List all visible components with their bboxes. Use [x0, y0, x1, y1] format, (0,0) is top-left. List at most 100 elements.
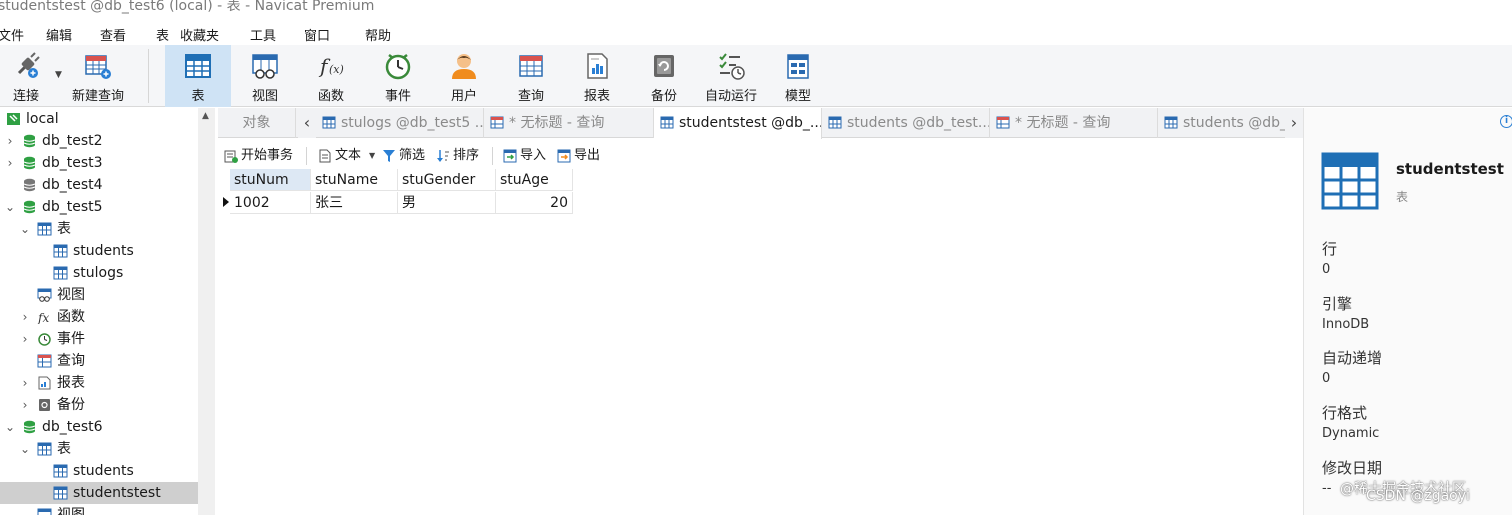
tree-node-backups[interactable]: › 备份 — [0, 394, 198, 416]
table-cell[interactable]: 男 — [398, 192, 496, 214]
backup-tool-button[interactable]: 备份 — [631, 45, 697, 107]
tree-scrollbar[interactable]: ▲ — [198, 108, 215, 515]
report-tool-button[interactable]: 报表 — [564, 45, 630, 107]
tree-label: db_test6 — [42, 419, 103, 435]
chevron-right-icon[interactable]: › — [19, 394, 31, 416]
scroll-up-icon[interactable]: ▲ — [202, 111, 209, 121]
tab-studentstest[interactable]: studentstest @db_... — [654, 108, 822, 139]
prop-value-modified-date: -- — [1322, 481, 1332, 496]
connect-dropdown-icon[interactable]: ▼ — [55, 70, 62, 80]
tree-node-db_test2[interactable]: › db_test2 — [0, 130, 198, 152]
tab-untitled-query[interactable]: * 无标题 - 查询 — [990, 108, 1158, 138]
begin-transaction-label: 开始事务 — [241, 148, 294, 163]
menu-edit[interactable]: 编辑 — [46, 25, 72, 44]
new-query-label: 新建查询 — [71, 89, 124, 104]
tree-node-db_test3[interactable]: › db_test3 — [0, 152, 198, 174]
view-tool-button[interactable]: 视图 — [232, 45, 298, 107]
column-header-stuNum[interactable]: stuNum — [230, 169, 311, 191]
svg-text:fx: fx — [37, 311, 49, 324]
column-header-stuName[interactable]: stuName — [311, 169, 398, 191]
tree-node-tables[interactable]: ⌄ 表 — [0, 218, 198, 240]
menu-view[interactable]: 查看 — [100, 25, 126, 44]
tree-node-views[interactable]: 视图 — [0, 504, 198, 515]
menu-tools[interactable]: 工具 — [250, 25, 276, 44]
tab-label: students @db_test... — [847, 115, 990, 131]
tree-node-studentstest[interactable]: studentstest — [0, 482, 198, 504]
table-cell[interactable]: 20 — [496, 192, 573, 214]
filter-label: 筛选 — [399, 148, 426, 163]
tab-scroll-left-icon[interactable]: ‹ — [298, 108, 316, 138]
table-icon — [185, 54, 211, 78]
table-tool-button[interactable]: 表 — [165, 45, 231, 107]
tree-node-tables[interactable]: ⌄ 表 — [0, 438, 198, 460]
chevron-down-icon[interactable]: ⌄ — [4, 196, 16, 218]
tree-node-db_test5[interactable]: ⌄ db_test5 — [0, 196, 198, 218]
tree-node-students[interactable]: students — [0, 460, 198, 482]
import-icon — [503, 149, 517, 163]
tab-stulogs[interactable]: stulogs @db_test5 ... — [316, 108, 484, 138]
backup-icon — [654, 55, 674, 77]
automation-tool-button[interactable]: 自动运行 — [697, 45, 765, 107]
tree-node-stulogs[interactable]: stulogs — [0, 262, 198, 284]
chevron-right-icon[interactable]: › — [4, 152, 16, 174]
query-icon — [37, 354, 52, 368]
data-toolbar: 开始事务 文本 ▼ 筛选 排序 导入 导出 — [218, 142, 1303, 168]
text-dropdown-icon[interactable]: ▼ — [369, 151, 375, 160]
column-header-stuGender[interactable]: stuGender — [398, 169, 496, 191]
tree-node-events[interactable]: › 事件 — [0, 328, 198, 350]
tree-node-students[interactable]: students — [0, 240, 198, 262]
tab-label: 对象 — [242, 115, 271, 131]
model-tool-button[interactable]: 模型 — [765, 45, 831, 107]
main-toolbar: 连接 ▼ 新建查询 表 视图 f (x) 函数 事件 用户 查询 报表 备份 自… — [0, 45, 1512, 107]
backup-icon — [39, 399, 50, 411]
clock-icon — [385, 54, 411, 80]
menu-help[interactable]: 帮助 — [365, 25, 391, 44]
filter-icon — [383, 150, 395, 162]
chevron-down-icon[interactable]: ⌄ — [4, 416, 16, 438]
menu-file[interactable]: 文件 — [0, 25, 24, 44]
connect-label: 连接 — [12, 89, 39, 104]
tree-node-functions[interactable]: › fx 函数 — [0, 306, 198, 328]
event-tool-button[interactable]: 事件 — [365, 45, 431, 107]
menu-favorites[interactable]: 收藏夹 — [180, 25, 219, 44]
query-tool-button[interactable]: 查询 — [498, 45, 564, 107]
info-icon[interactable]: i — [1500, 115, 1512, 128]
tree-node-views[interactable]: 视图 — [0, 284, 198, 306]
chevron-down-icon[interactable]: ⌄ — [19, 438, 31, 460]
column-header-stuAge[interactable]: stuAge — [496, 169, 573, 191]
connect-button[interactable]: 连接 — [0, 45, 59, 107]
tab-scroll-right-icon[interactable]: › — [1285, 108, 1303, 138]
tab-label: students @db_ — [1183, 115, 1285, 131]
tree-node-db_test4[interactable]: db_test4 — [0, 174, 198, 196]
chevron-right-icon[interactable]: › — [19, 306, 31, 328]
tree-label: 表 — [57, 221, 71, 237]
query-icon — [996, 116, 1010, 129]
database-icon — [23, 156, 36, 170]
table-cell[interactable]: 张三 — [311, 192, 398, 214]
user-tool-button[interactable]: 用户 — [431, 45, 497, 107]
table-icon — [53, 486, 68, 500]
chevron-down-icon[interactable]: ⌄ — [19, 218, 31, 240]
chevron-right-icon[interactable]: › — [19, 372, 31, 394]
tab-students[interactable]: students @db_test... — [822, 108, 990, 138]
table-cell[interactable]: 1002 — [230, 192, 311, 214]
menu-table[interactable]: 表 — [156, 25, 169, 44]
watermark: CSDN @zgaoyi — [1366, 488, 1470, 504]
chevron-right-icon[interactable]: › — [4, 130, 16, 152]
new-query-button[interactable]: 新建查询 — [64, 45, 132, 107]
tab-untitled-query[interactable]: * 无标题 - 查询 — [484, 108, 654, 138]
function-tool-button[interactable]: f (x) 函数 — [298, 45, 364, 107]
tree-node-local[interactable]: local — [0, 108, 198, 130]
tree-label: 表 — [57, 441, 71, 457]
query-icon — [490, 116, 504, 129]
tab-students[interactable]: students @db_ — [1158, 108, 1285, 138]
tree-node-reports[interactable]: › 报表 — [0, 372, 198, 394]
prop-value-auto-increment: 0 — [1322, 371, 1331, 386]
new-query-icon — [85, 55, 111, 79]
tab-objects[interactable]: 对象 — [218, 108, 296, 138]
tree-node-queries[interactable]: 查询 — [0, 350, 198, 372]
menu-window[interactable]: 窗口 — [304, 25, 330, 44]
chevron-right-icon[interactable]: › — [19, 328, 31, 350]
connection-icon — [7, 113, 20, 125]
tree-node-db_test6[interactable]: ⌄ db_test6 — [0, 416, 198, 438]
